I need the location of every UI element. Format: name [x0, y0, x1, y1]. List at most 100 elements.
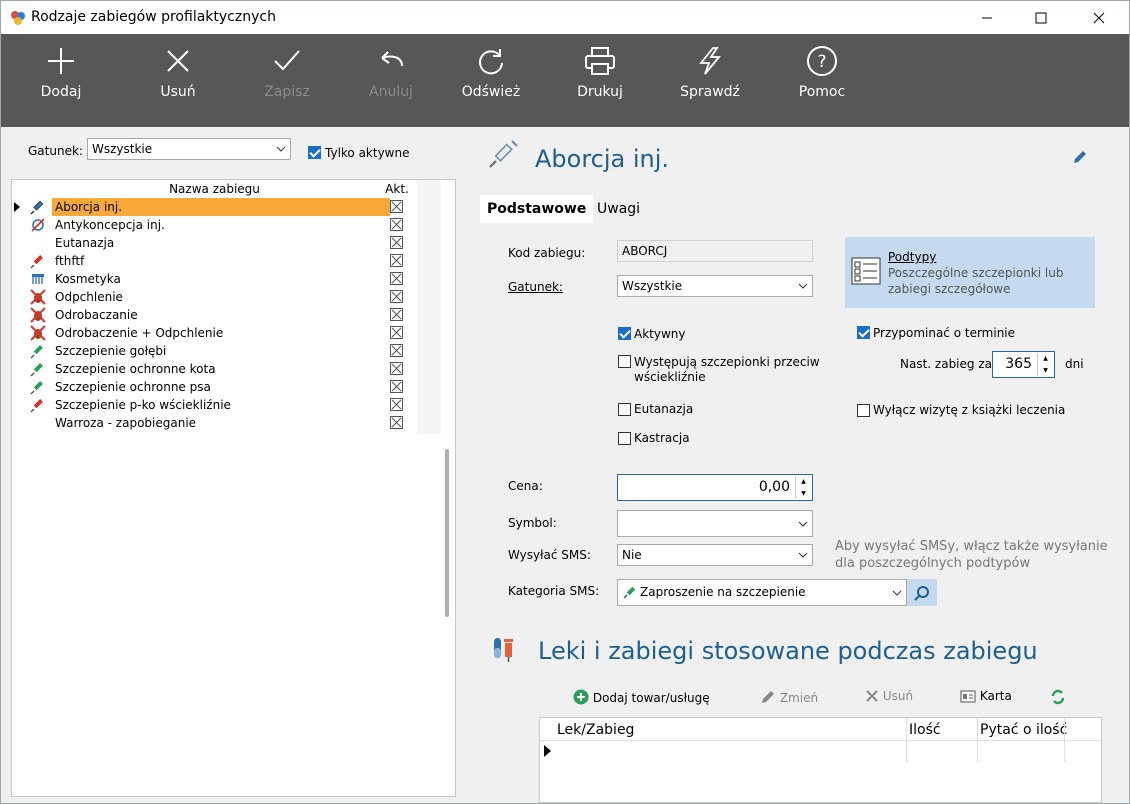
edit-item-button[interactable]: Zmień: [760, 689, 818, 705]
procedure-name: Antykoncepcja inj.: [55, 218, 165, 232]
subtypes-desc-line1: Poszczególne szczepionki lub: [888, 266, 1064, 280]
comb-icon: [30, 271, 46, 287]
symbol-select[interactable]: [617, 510, 813, 537]
check-button[interactable]: Sprawdź: [670, 46, 750, 100]
tab-notes[interactable]: Uwagi: [590, 195, 647, 223]
syringe-red-icon: [30, 397, 46, 413]
sms-hint-line1: Aby wysyłać SMSy, włącz także wysyłanie: [835, 539, 1108, 554]
delete-button[interactable]: Usuń: [138, 46, 218, 100]
add-item-label: Dodaj towar/usługę: [592, 691, 710, 705]
add-label: Dodaj: [40, 84, 82, 100]
delete-item-button[interactable]: Usuń: [865, 689, 913, 703]
maximize-icon: [1035, 12, 1047, 23]
undo-icon: [381, 51, 403, 67]
card-button[interactable]: Karta: [960, 689, 1012, 703]
next-procedure-value: 365: [1005, 356, 1032, 372]
active-checkbox-cell[interactable]: [390, 200, 403, 213]
table-row[interactable]: Szczepienie p-ko wściekliźnie: [12, 396, 417, 414]
maximize-button[interactable]: [1018, 1, 1064, 34]
active-only-checkbox[interactable]: [308, 146, 321, 159]
spin-buttons[interactable]: ▲ ▼: [1037, 353, 1053, 376]
subtypes-title: Podtypy: [888, 250, 937, 264]
table-row[interactable]: Odpchlenie: [12, 288, 417, 306]
table-row[interactable]: Szczepienie gołębi: [12, 342, 417, 360]
vertical-scrollbar[interactable]: [445, 449, 449, 617]
chevron-down-icon: [798, 552, 808, 558]
next-procedure-spinner[interactable]: 365 ▲ ▼: [992, 351, 1055, 378]
procedure-name: Warroza - zapobieganie: [55, 416, 197, 430]
minimize-button[interactable]: [964, 1, 1010, 34]
procedure-title: Aborcja inj.: [535, 145, 670, 173]
detail-species-select[interactable]: Wszystkie: [617, 275, 813, 297]
code-field[interactable]: ABORCJ: [617, 240, 813, 262]
active-checkbox-cell[interactable]: [390, 362, 403, 375]
table-row[interactable]: Odrobaczenie + Odpchlenie: [12, 324, 417, 342]
pencil-icon[interactable]: [1072, 149, 1088, 165]
cancel-button[interactable]: Anuluj: [351, 46, 431, 100]
table-row[interactable]: Antykoncepcja inj.: [12, 216, 417, 234]
active-checkbox-cell[interactable]: [390, 218, 403, 231]
column-header-ask[interactable]: Pytać o ilość: [980, 722, 1067, 738]
sms-select[interactable]: Nie: [617, 544, 813, 566]
price-spinner[interactable]: 0,00 ▲ ▼: [617, 474, 813, 501]
exclude-visit-checkbox[interactable]: [857, 404, 870, 417]
days-label: dni: [1065, 357, 1084, 371]
delete-label: Usuń: [160, 84, 196, 100]
active-checkbox-cell[interactable]: [390, 272, 403, 285]
chevron-down-icon: [798, 283, 808, 289]
castration-checkbox[interactable]: [618, 432, 631, 445]
table-row[interactable]: Odrobaczanie: [12, 306, 417, 324]
remind-checkbox[interactable]: [857, 326, 870, 339]
active-checkbox-cell[interactable]: [390, 344, 403, 357]
table-row[interactable]: Szczepienie ochronne kota: [12, 360, 417, 378]
table-row[interactable]: Eutanazja: [12, 234, 417, 252]
active-checkbox-cell[interactable]: [390, 416, 403, 429]
active-checkbox-cell[interactable]: [390, 380, 403, 393]
active-checkbox-cell[interactable]: [390, 236, 403, 249]
scrollbar-track[interactable]: [417, 180, 441, 434]
print-button[interactable]: Drukuj: [560, 46, 640, 100]
add-item-button[interactable]: Dodaj towar/usługę: [573, 689, 710, 705]
add-button[interactable]: Dodaj: [21, 46, 101, 100]
species-filter-select[interactable]: Wszystkie: [87, 138, 291, 160]
contraception-icon: [30, 217, 46, 233]
rabies-vaccines-checkbox[interactable]: [618, 355, 631, 368]
syringe-green-icon: [30, 343, 46, 359]
detail-species-label: Gatunek:: [508, 280, 563, 294]
tab-basic[interactable]: Podstawowe: [480, 195, 594, 223]
euthanasia-checkbox[interactable]: [618, 403, 631, 416]
chevron-down-icon: [892, 590, 902, 596]
column-header-item[interactable]: Lek/Zabieg: [557, 722, 634, 738]
table-row[interactable]: Aborcja inj.: [12, 198, 417, 216]
column-divider: [977, 718, 978, 762]
active-checkbox-cell[interactable]: [390, 254, 403, 267]
column-header-qty[interactable]: Ilość: [909, 722, 941, 738]
table-row[interactable]: Warroza - zapobieganie: [12, 414, 417, 432]
sms-hint-line2: dla poszczególnych podtypów: [835, 556, 1031, 571]
price-spin-buttons[interactable]: ▲ ▼: [795, 476, 811, 499]
spin-up-icon[interactable]: ▲: [796, 476, 811, 488]
spin-down-icon[interactable]: ▼: [796, 488, 811, 500]
table-row[interactable]: Szczepienie ochronne psa: [12, 378, 417, 396]
sms-category-search-button[interactable]: [907, 579, 937, 606]
sync-icon[interactable]: [1050, 689, 1066, 705]
active-checkbox-cell[interactable]: [390, 326, 403, 339]
table-row[interactable]: fthftf: [12, 252, 417, 270]
active-checkbox-cell[interactable]: [390, 398, 403, 411]
save-button[interactable]: Zapisz: [247, 46, 327, 100]
sms-category-select[interactable]: Zaproszenie na szczepienie: [617, 579, 907, 606]
spin-up-icon[interactable]: ▲: [1038, 353, 1053, 365]
active-checkbox[interactable]: [618, 327, 631, 340]
spin-down-icon[interactable]: ▼: [1038, 365, 1053, 377]
active-checkbox-cell[interactable]: [390, 290, 403, 303]
refresh-button[interactable]: Odśwież: [451, 46, 531, 100]
table-row[interactable]: Kosmetyka: [12, 270, 417, 288]
help-button[interactable]: ? Pomoc: [782, 46, 862, 100]
search-icon: [914, 585, 929, 601]
close-button[interactable]: [1076, 1, 1122, 34]
active-checkbox-cell[interactable]: [390, 308, 403, 321]
x-icon: [866, 690, 878, 702]
card-icon: [960, 690, 976, 703]
print-label: Drukuj: [577, 84, 623, 100]
subtypes-button[interactable]: Podtypy Poszczególne szczepionki lub zab…: [845, 237, 1095, 308]
